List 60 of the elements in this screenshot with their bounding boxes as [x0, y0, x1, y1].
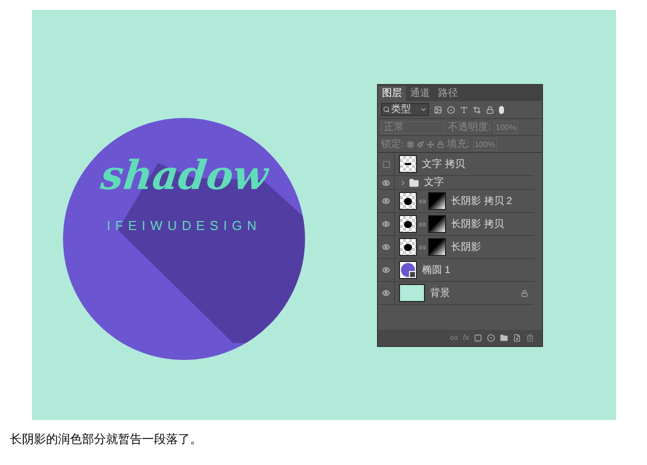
panel-tab[interactable]: 通道 [406, 86, 434, 101]
eye-icon[interactable] [382, 178, 390, 186]
layer-row[interactable]: 椭圆 1 [378, 259, 534, 282]
mask-thumbnail [428, 192, 446, 210]
mask-thumbnail [428, 215, 446, 233]
caption: 长阴影的润色部分就暂告一段落了。 [10, 431, 203, 448]
filter-value: 类型 [391, 104, 411, 116]
layer-name: 文字 [424, 176, 444, 190]
grid-icon[interactable] [406, 140, 414, 148]
layer-name: 文字 拷贝 [422, 158, 465, 172]
link-icon [419, 244, 426, 250]
layer-name: 长阴影 拷贝 [451, 218, 504, 232]
filter-dropdown[interactable]: 类型 [381, 103, 429, 116]
search-icon [383, 106, 390, 113]
image-icon[interactable] [434, 106, 442, 114]
chevron-icon[interactable] [399, 178, 407, 186]
layer-thumbnail [399, 192, 417, 210]
move-icon[interactable] [426, 140, 434, 148]
layer-thumbnail [399, 238, 417, 256]
folder-icon[interactable] [500, 334, 508, 342]
eye-icon[interactable] [382, 266, 390, 274]
layer-thumbnail [399, 261, 417, 279]
layer-thumbnail [399, 155, 417, 173]
panel-tab[interactable]: 路径 [434, 86, 462, 101]
layer-thumbnail [399, 284, 425, 302]
layer-name: 背景 [430, 286, 450, 300]
folder-icon [409, 178, 419, 188]
mask-thumbnail [428, 238, 446, 256]
adjustment-icon[interactable] [447, 106, 455, 114]
visibility-toggle[interactable] [382, 160, 390, 168]
eye-icon[interactable] [382, 289, 390, 297]
link-icon [419, 198, 426, 204]
trash-icon[interactable] [526, 334, 534, 342]
mask-icon[interactable] [474, 334, 482, 342]
layer-name: 长阴影 [451, 240, 481, 254]
artwork-title: shadow [98, 151, 270, 201]
link-icon [419, 220, 426, 228]
layer-name: 椭圆 1 [422, 264, 450, 278]
link-icon[interactable] [450, 334, 458, 342]
layer-row[interactable]: 文字 [378, 176, 534, 190]
adjustment-icon[interactable] [487, 334, 495, 342]
brush-icon[interactable] [416, 140, 424, 148]
layer-row[interactable]: 长阴影 [378, 236, 534, 259]
text-icon[interactable] [460, 106, 468, 114]
artwork-subtitle: IFEIWUDESIGN [106, 217, 262, 235]
new-layer-icon[interactable] [513, 334, 521, 342]
lock-icon[interactable] [486, 106, 494, 114]
layer-name: 长阴影 拷贝 2 [451, 194, 512, 208]
eye-icon[interactable] [382, 220, 390, 228]
eye-icon[interactable] [382, 197, 390, 205]
eye-icon[interactable] [382, 243, 390, 251]
chevron-icon [420, 106, 427, 113]
layer-thumbnail [399, 215, 417, 233]
layer-row[interactable]: 长阴影 拷贝 2 [378, 190, 534, 213]
layer-row[interactable]: 背景 [378, 282, 534, 305]
layer-row[interactable]: 文字 拷贝 [378, 153, 534, 176]
lock-icon[interactable] [436, 140, 444, 148]
panel-tab[interactable]: 图层 [378, 86, 406, 101]
layer-row[interactable]: 长阴影 拷贝 [378, 213, 534, 236]
shape-icon[interactable] [473, 106, 481, 114]
